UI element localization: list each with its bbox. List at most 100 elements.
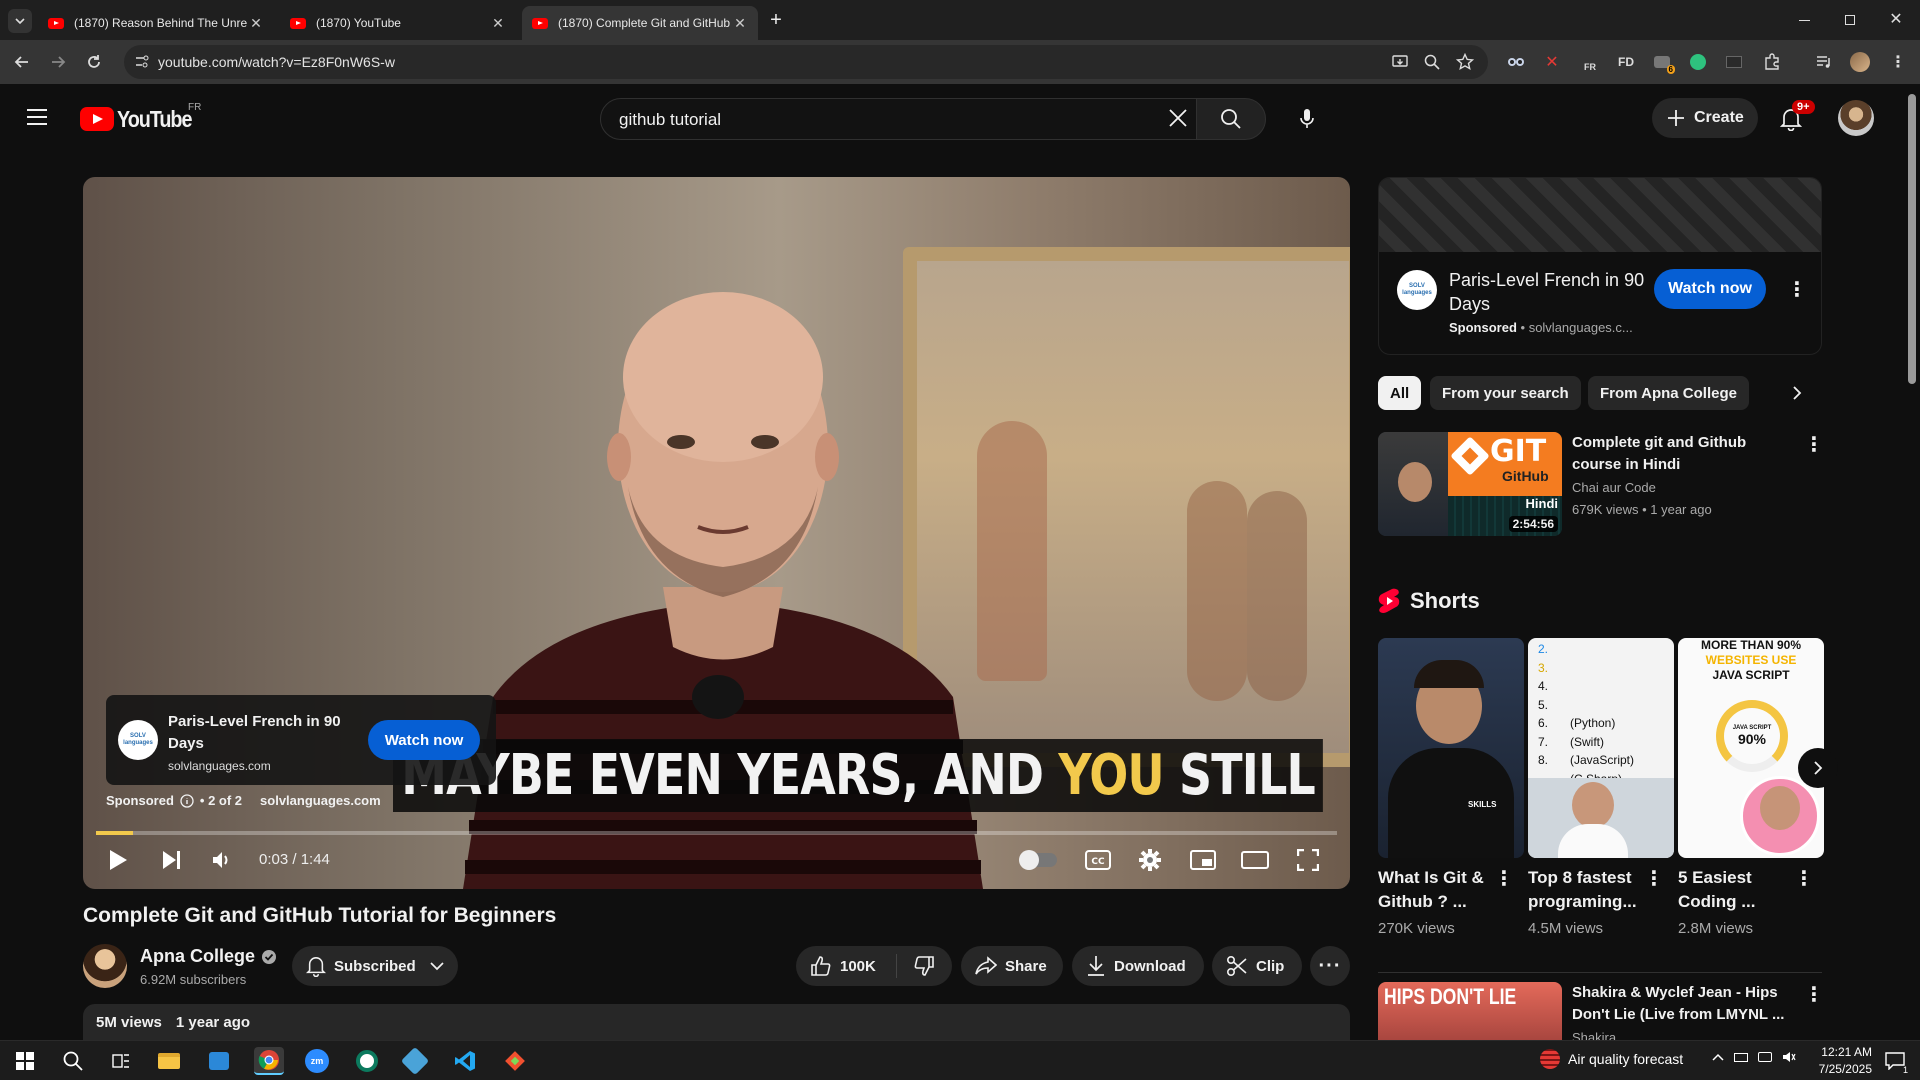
ad-menu-button[interactable]: ⋮ bbox=[1787, 275, 1807, 303]
install-app-icon[interactable] bbox=[1392, 54, 1408, 70]
short-2-thumbnail[interactable]: 2. 3. 4. 5. 6. 7. 8. (Python) (Swift) (J… bbox=[1528, 638, 1674, 858]
file-explorer-icon[interactable] bbox=[154, 1047, 184, 1075]
notification-center-button[interactable]: 1 bbox=[1880, 1047, 1910, 1075]
chrome-taskbar-icon[interactable] bbox=[254, 1047, 284, 1075]
reload-button[interactable] bbox=[82, 50, 106, 74]
progress-bar[interactable] bbox=[96, 831, 1337, 835]
store-icon[interactable] bbox=[204, 1047, 234, 1075]
close-tab-icon[interactable]: ✕ bbox=[732, 15, 748, 32]
site-info-icon[interactable] bbox=[134, 55, 150, 69]
vscode-taskbar-icon[interactable] bbox=[450, 1047, 480, 1075]
taskbar-search-button[interactable] bbox=[58, 1047, 88, 1075]
zoom-icon[interactable] bbox=[1424, 54, 1440, 70]
recommended-channel[interactable]: Chai aur Code bbox=[1572, 480, 1656, 495]
browser-tab-1[interactable]: (1870) Reason Behind The Unre ✕ bbox=[38, 6, 274, 40]
chip-all[interactable]: All bbox=[1378, 376, 1422, 410]
short-1-title[interactable]: What Is Git & Github ? ... bbox=[1378, 866, 1488, 914]
restore-window-button[interactable] bbox=[1838, 10, 1862, 30]
subscribed-button[interactable]: Subscribed bbox=[292, 946, 458, 986]
clear-search-button[interactable] bbox=[1167, 107, 1191, 131]
miniplayer-button[interactable] bbox=[1188, 845, 1218, 875]
search-button[interactable] bbox=[1196, 98, 1266, 140]
guide-menu-button[interactable] bbox=[26, 108, 54, 130]
close-window-button[interactable]: ✕ bbox=[1884, 8, 1908, 32]
close-tab-icon[interactable]: ✕ bbox=[490, 15, 506, 32]
next-recommended-menu-button[interactable]: ⋮ bbox=[1804, 980, 1824, 1008]
zoom-taskbar-icon[interactable]: zm bbox=[302, 1047, 332, 1075]
chrome-menu-icon[interactable]: ⋮ bbox=[1888, 52, 1908, 72]
channel-avatar[interactable] bbox=[83, 944, 127, 988]
green-circle-icon[interactable] bbox=[1688, 52, 1708, 72]
fullscreen-button[interactable] bbox=[1293, 845, 1323, 875]
search-input[interactable]: github tutorial bbox=[619, 110, 721, 130]
sidebar-ad[interactable]: SOLV languages Paris-Level French in 90 … bbox=[1378, 177, 1822, 355]
chip-from-your-search[interactable]: From your search bbox=[1430, 376, 1581, 410]
address-bar[interactable]: youtube.com/watch?v=Ez8F0nW6S-w bbox=[124, 45, 1488, 79]
ad-title[interactable]: Paris-Level French in 90 Days bbox=[168, 711, 348, 755]
search-box[interactable]: github tutorial bbox=[600, 98, 1200, 140]
autoplay-toggle[interactable] bbox=[1019, 845, 1059, 875]
close-tab-icon[interactable]: ✕ bbox=[248, 15, 264, 32]
git-taskbar-icon[interactable] bbox=[500, 1047, 530, 1075]
shorts-next-button[interactable] bbox=[1798, 748, 1838, 788]
voice-search-button[interactable] bbox=[1286, 98, 1328, 140]
clip-button[interactable]: Clip bbox=[1212, 946, 1302, 986]
sidebar-ad-title[interactable]: Paris-Level French in 90 Days bbox=[1449, 268, 1649, 316]
page-scrollbar[interactable] bbox=[1908, 94, 1916, 384]
clock[interactable]: 12:21 AM 7/25/2025 bbox=[1802, 1044, 1872, 1078]
translate-fr-icon[interactable]: FR bbox=[1580, 52, 1600, 72]
recommended-menu-button[interactable]: ⋮ bbox=[1804, 430, 1824, 458]
chevron-up-icon[interactable] bbox=[1712, 1052, 1724, 1062]
next-recommended-thumbnail[interactable]: HIPS DON'T LIE bbox=[1378, 982, 1562, 1040]
channel-name-row[interactable]: Apna College bbox=[140, 946, 277, 967]
app-taskbar-icon-1[interactable] bbox=[352, 1047, 382, 1075]
create-button[interactable]: Create bbox=[1652, 98, 1758, 138]
youtube-logo[interactable]: YouTube FR bbox=[80, 102, 204, 132]
short-2-title[interactable]: Top 8 fastest programing... bbox=[1528, 866, 1638, 914]
captions-button[interactable]: CC bbox=[1083, 845, 1113, 875]
short-2-menu-button[interactable]: ⋮ bbox=[1644, 864, 1664, 892]
puzzle-icon[interactable] bbox=[1762, 52, 1782, 72]
network-icon[interactable] bbox=[1758, 1052, 1772, 1062]
app-taskbar-icon-2[interactable] bbox=[400, 1046, 430, 1076]
channel-name[interactable]: Apna College bbox=[140, 946, 255, 967]
red-x-icon[interactable]: ✕ bbox=[1542, 52, 1562, 72]
account-avatar[interactable] bbox=[1838, 100, 1874, 136]
short-1-menu-button[interactable]: ⋮ bbox=[1494, 864, 1514, 892]
weather-widget[interactable]: Air quality forecast bbox=[1540, 1049, 1683, 1069]
video-player[interactable]: MAYBE EVEN YEARS, AND YOU STILL SOLV lan… bbox=[83, 177, 1350, 889]
new-tab-button[interactable]: + bbox=[766, 10, 786, 30]
download-button[interactable]: Download bbox=[1072, 946, 1204, 986]
sidebar-watch-now-button[interactable]: Watch now bbox=[1654, 269, 1766, 309]
media-queue-icon[interactable] bbox=[1814, 52, 1834, 72]
next-recommended-title[interactable]: Shakira & Wyclef Jean - Hips Don't Lie (… bbox=[1572, 982, 1798, 1026]
short-3-title[interactable]: 5 Easiest Coding ... bbox=[1678, 866, 1788, 914]
minimize-window-button[interactable] bbox=[1792, 10, 1816, 30]
browser-tab-3-active[interactable]: (1870) Complete Git and GitHub ✕ bbox=[522, 6, 758, 40]
profile-avatar-icon[interactable] bbox=[1850, 52, 1870, 72]
thumbs-down-icon[interactable] bbox=[913, 955, 935, 977]
share-button[interactable]: Share bbox=[961, 946, 1063, 986]
tab-search-button[interactable] bbox=[8, 9, 32, 33]
chips-next-button[interactable] bbox=[1780, 376, 1814, 410]
theater-mode-button[interactable] bbox=[1240, 845, 1270, 875]
back-button[interactable] bbox=[10, 50, 34, 74]
battery-icon[interactable] bbox=[1734, 1052, 1748, 1062]
badge-6-icon[interactable]: 6 bbox=[1652, 52, 1675, 74]
mute-button[interactable] bbox=[207, 845, 237, 875]
settings-button[interactable] bbox=[1135, 845, 1165, 875]
next-button[interactable] bbox=[157, 845, 187, 875]
more-actions-button[interactable]: ··· bbox=[1310, 946, 1350, 986]
forward-button[interactable] bbox=[46, 50, 70, 74]
short-3-menu-button[interactable]: ⋮ bbox=[1794, 864, 1814, 892]
ad-domain-bottom[interactable]: solvlanguages.com bbox=[260, 793, 381, 808]
start-button[interactable] bbox=[10, 1047, 40, 1075]
next-recommended-channel[interactable]: Shakira bbox=[1572, 1030, 1616, 1040]
thumbs-up-icon[interactable] bbox=[810, 955, 832, 977]
recommended-video-thumbnail[interactable]: GIT GitHub Hindi 2:54:56 bbox=[1378, 432, 1562, 536]
short-3-thumbnail[interactable]: MORE THAN 90% WEBSITES USE JAVA SCRIPT J… bbox=[1678, 638, 1824, 858]
like-count[interactable]: 100K bbox=[840, 958, 876, 975]
task-view-button[interactable] bbox=[106, 1047, 136, 1075]
player-ad-card[interactable]: SOLV languages Paris-Level French in 90 … bbox=[106, 695, 496, 785]
bookmark-star-icon[interactable] bbox=[1456, 53, 1474, 71]
